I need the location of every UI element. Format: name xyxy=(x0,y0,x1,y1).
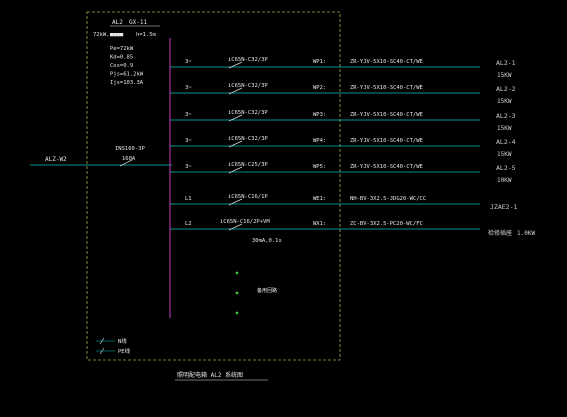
panel-param: Ijs=103.3A xyxy=(110,80,144,86)
circuits: 3~ iC65N-C32/3P WP1: ZR-YJV-5X10-SC40-CT/WE… xyxy=(170,57,535,244)
circuit-phase: 3~ xyxy=(185,85,192,91)
spare-dot xyxy=(235,311,239,315)
circuit-dest: AL2-4 xyxy=(496,138,516,146)
circuit-phase: 3~ xyxy=(185,164,192,170)
circuit-dest: AL2-1 xyxy=(496,59,516,67)
circuit-row: L2 iC65N-C16/2P+VM 30mA,0.1s WX1: ZC-BV-3X2.… xyxy=(170,219,535,244)
incoming-source: ALZ-W2 xyxy=(45,156,67,163)
circuit-breaker: iC65N-C16/1P xyxy=(228,194,268,200)
circuit-load: 15KW xyxy=(497,72,512,79)
circuit-cable: ZR-YJV-5X10-SC40-CT/WE xyxy=(350,164,423,170)
circuit-breaker: iC65N-C32/3P xyxy=(228,57,268,63)
panel-params: Pe=72kW Kd=0.85 Cos=0.9 Pjs=61.2kW Ijs=103.3… xyxy=(110,46,144,86)
circuit-phase: L1 xyxy=(185,196,192,202)
circuit-dest: AL2-2 xyxy=(496,85,516,93)
circuit-row: 3~ iC65N-C32/3P WP2: ZR-YJV-5X10-SC40-CT/WE… xyxy=(170,83,516,105)
system-diagram: AL2 GX-11 72kW, ■■■■ h=1.5m Pe=72kW Kd=0.… xyxy=(30,11,535,381)
breaker-note: 30mA,0.1s xyxy=(252,238,282,244)
incoming-breaker: INS160-3P xyxy=(115,146,145,152)
panel-param: Pe=72kW xyxy=(110,46,134,52)
circuit-dest: AL2-3 xyxy=(496,112,516,120)
legend-pe: PE线 xyxy=(118,347,131,355)
circuit-load: 15KW xyxy=(497,151,512,158)
panel-marking: ■■■■ xyxy=(110,32,124,38)
circuit-code: WX1: xyxy=(313,221,326,227)
circuit-row: L1 iC65N-C16/1P WE1: NH-BV-3X2.5-JDG20-WC/C… xyxy=(170,194,517,211)
panel-install: h=1.5m xyxy=(136,32,157,38)
circuit-code: WP1: xyxy=(313,59,326,65)
circuit-breaker: iC65N-C32/3P xyxy=(228,83,268,89)
panel-param: Pjs=61.2kW xyxy=(110,72,144,78)
circuit-row: 3~ iC65N-C32/3P WP4: ZR-YJV-5X10-SC40-CT/WE… xyxy=(170,136,516,158)
circuit-breaker: iC65N-C32/3P xyxy=(228,136,268,142)
spare-note: 备用回路 xyxy=(257,287,277,294)
panel-power-line: 72kW, xyxy=(93,32,110,38)
circuit-cable: ZR-YJV-5X10-SC40-CT/WE xyxy=(350,85,423,91)
panel-model: GX-11 xyxy=(129,19,147,26)
circuit-code: WP4: xyxy=(313,138,326,144)
spare-dot xyxy=(235,271,239,275)
circuit-cable: ZC-BV-3X2.5-PC20-WC/FC xyxy=(350,221,423,227)
circuit-row: 3~ iC65N-C25/3P WP5: ZR-YJV-5X10-SC40-CT/WE… xyxy=(170,162,516,184)
circuit-cable: NH-BV-3X2.5-JDG20-WC/CC xyxy=(350,196,426,202)
circuit-code: WP5: xyxy=(313,164,326,170)
circuit-code: WE1: xyxy=(313,196,326,202)
drawing-title: 照明配电箱 AL2 系统图 xyxy=(177,371,243,379)
circuit-dest: AL2-5 xyxy=(496,164,516,172)
circuit-breaker: iC65N-C16/2P+VM xyxy=(220,219,270,225)
circuit-phase: 3~ xyxy=(185,138,192,144)
panel-name: AL2 xyxy=(112,19,123,26)
panel-param: Kd=0.85 xyxy=(110,55,133,61)
legend-n: N线 xyxy=(118,337,127,345)
circuit-dest: JZAE2-1 xyxy=(490,203,517,211)
circuit-row: 3~ iC65N-C32/3P WP1: ZR-YJV-5X10-SC40-CT/WE… xyxy=(170,57,516,79)
circuit-load: 1.0KW xyxy=(517,230,535,237)
circuit-load: 10KW xyxy=(497,177,512,184)
circuit-phase: 3~ xyxy=(185,59,192,65)
circuit-cable: ZR-YJV-5X10-SC40-CT/WE xyxy=(350,59,423,65)
circuit-cable: ZR-YJV-5X10-SC40-CT/WE xyxy=(350,138,423,144)
circuit-load: 15KW xyxy=(497,98,512,105)
circuit-phase: L2 xyxy=(185,221,192,227)
circuit-cable: ZR-YJV-5X10-SC40-CT/WE xyxy=(350,112,423,118)
circuit-phase: 3~ xyxy=(185,112,192,118)
circuit-code: WP2: xyxy=(313,85,326,91)
circuit-breaker: iC65N-C32/3P xyxy=(228,110,268,116)
circuit-row: 3~ iC65N-C32/3P WP3: ZR-YJV-5X10-SC40-CT/WE… xyxy=(170,110,516,132)
circuit-dest: 检修插座 xyxy=(488,229,512,237)
cad-drawing-canvas: AL2 GX-11 72kW, ■■■■ h=1.5m Pe=72kW Kd=0.… xyxy=(0,0,567,417)
circuit-code: WP3: xyxy=(313,112,326,118)
circuit-breaker: iC65N-C25/3P xyxy=(228,162,268,168)
circuit-load: 15KW xyxy=(497,125,512,132)
panel-param: Cos=0.9 xyxy=(110,63,133,69)
incoming-rating: 160A xyxy=(122,156,136,162)
spare-dot xyxy=(235,291,239,295)
